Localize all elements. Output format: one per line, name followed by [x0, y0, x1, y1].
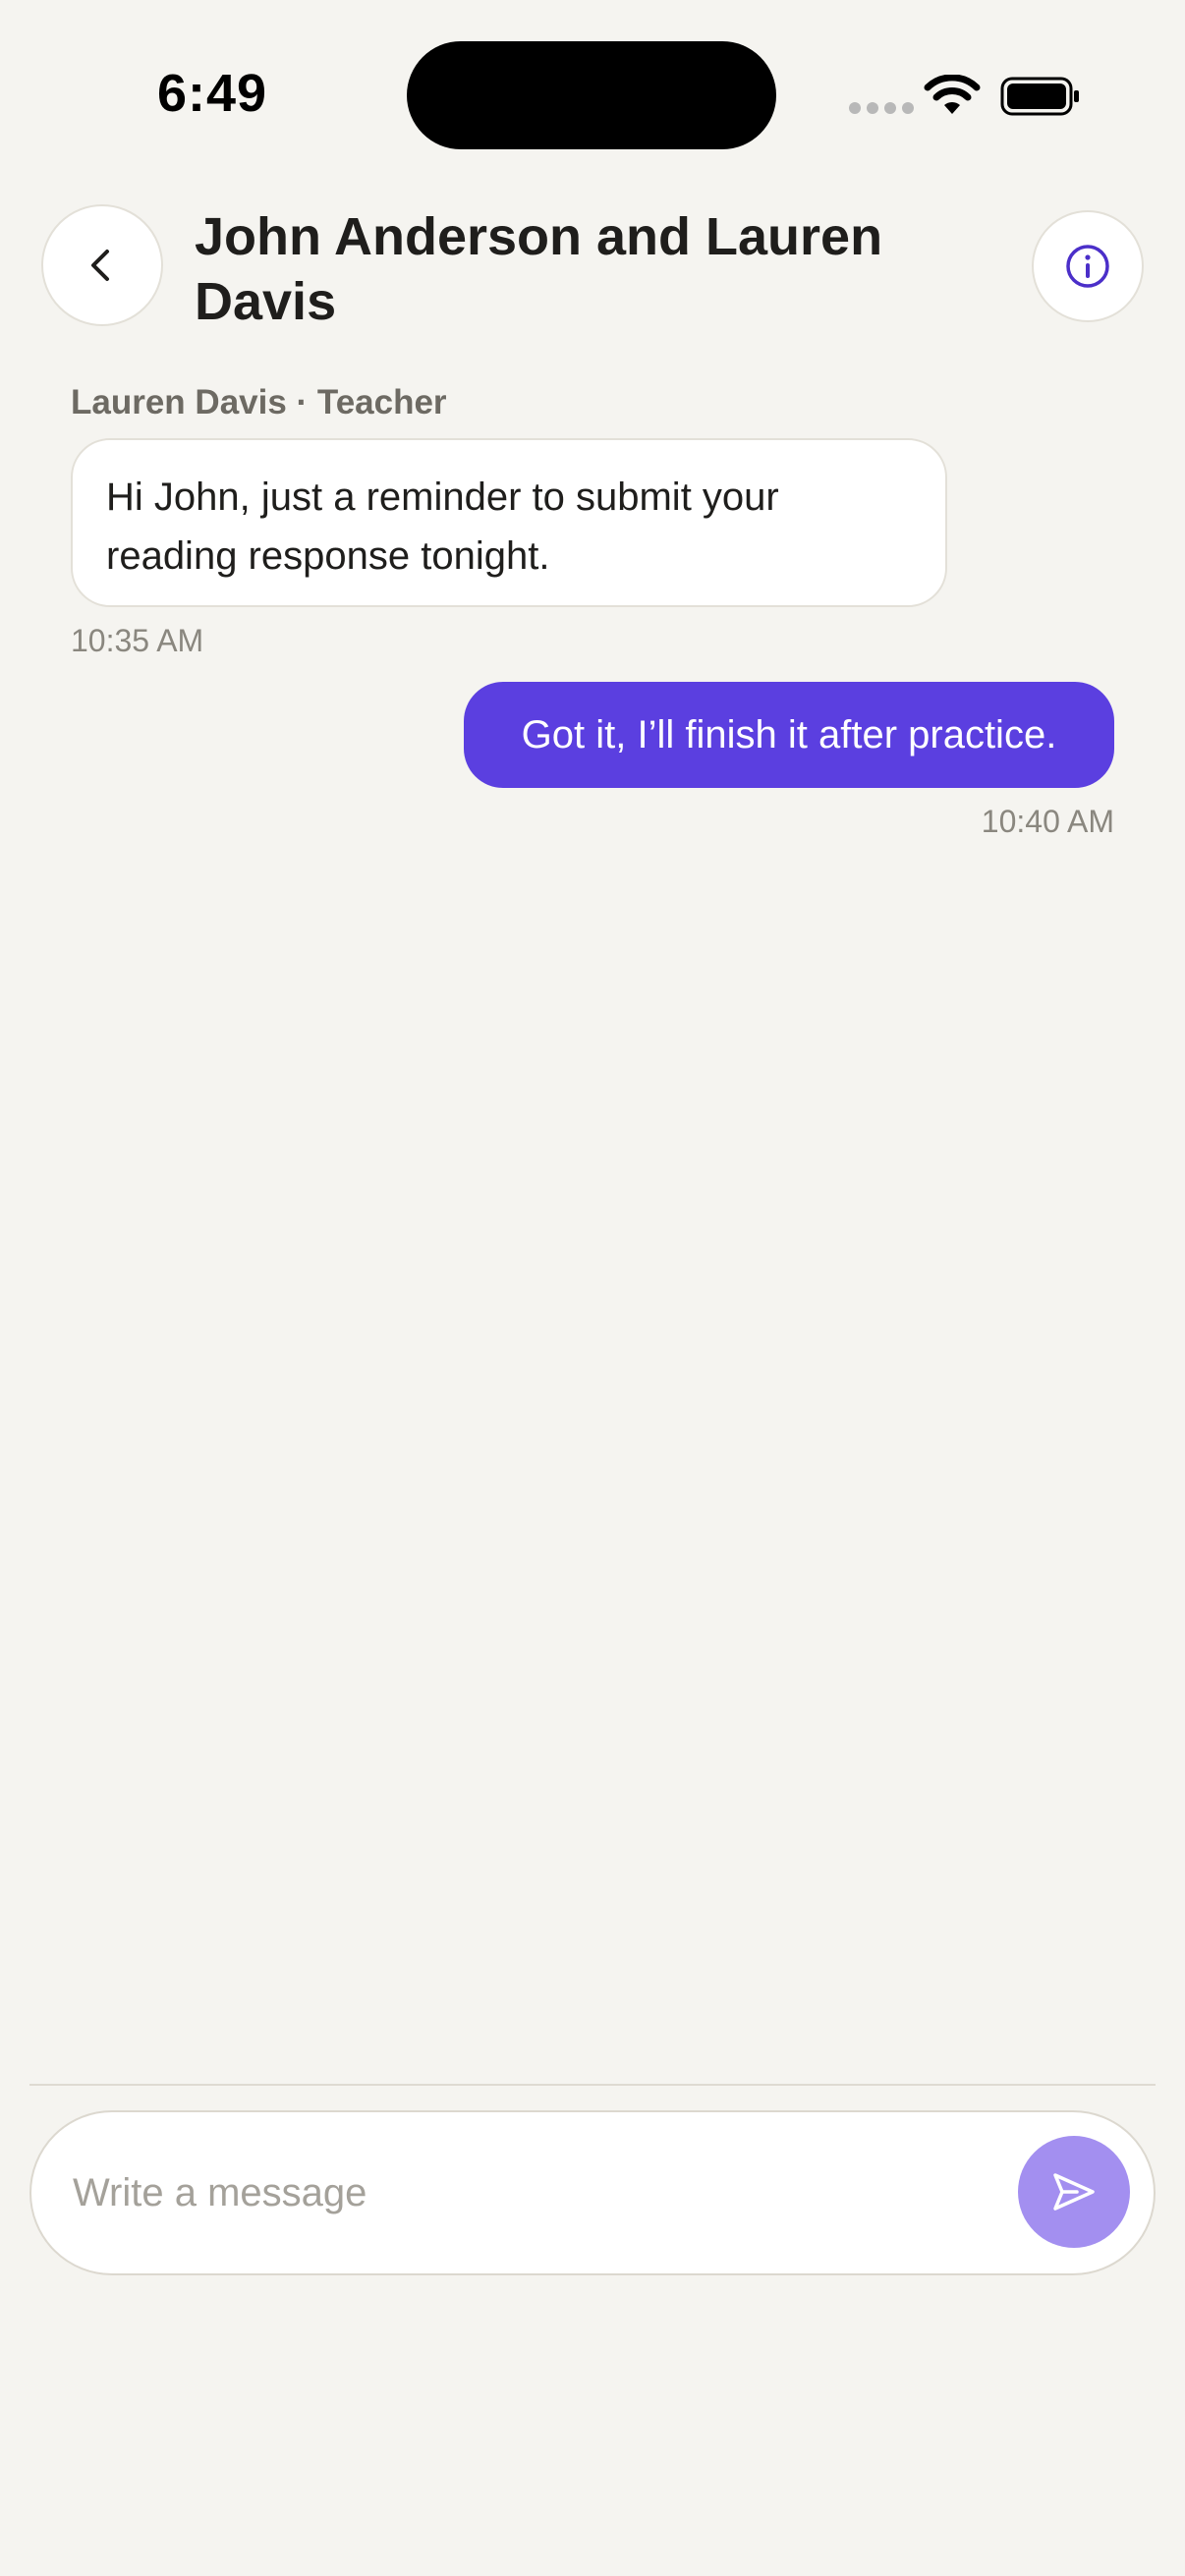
- incoming-message-bubble: Hi John, just a reminder to submit your …: [71, 438, 947, 607]
- message-composer: [29, 2110, 1156, 2275]
- status-time: 6:49: [157, 64, 268, 123]
- battery-icon: [1000, 77, 1079, 116]
- send-icon: [1053, 2173, 1095, 2211]
- message-timestamp: 10:35 AM: [71, 623, 204, 658]
- message-sender: Lauren Davis · Teacher: [71, 383, 447, 421]
- composer-divider: [29, 2084, 1156, 2086]
- conversation-title: John Anderson and Lauren Davis: [195, 207, 883, 331]
- cellular-signal-icon: [849, 102, 914, 114]
- info-button[interactable]: [1032, 210, 1144, 322]
- message-input[interactable]: [73, 2157, 957, 2228]
- status-bar: 6:49: [0, 0, 1185, 157]
- dynamic-island: [407, 41, 776, 149]
- back-button[interactable]: [41, 204, 163, 326]
- send-button[interactable]: [1018, 2136, 1130, 2248]
- message-timestamp: 10:40 AM: [981, 804, 1114, 839]
- wifi-icon: [924, 75, 981, 114]
- conversation-header: John Anderson and Lauren Davis: [0, 196, 1185, 344]
- chevron-left-icon: [91, 250, 109, 281]
- info-circle-icon: [1066, 245, 1109, 288]
- outgoing-message-bubble: Got it, I’ll finish it after practice.: [464, 682, 1114, 788]
